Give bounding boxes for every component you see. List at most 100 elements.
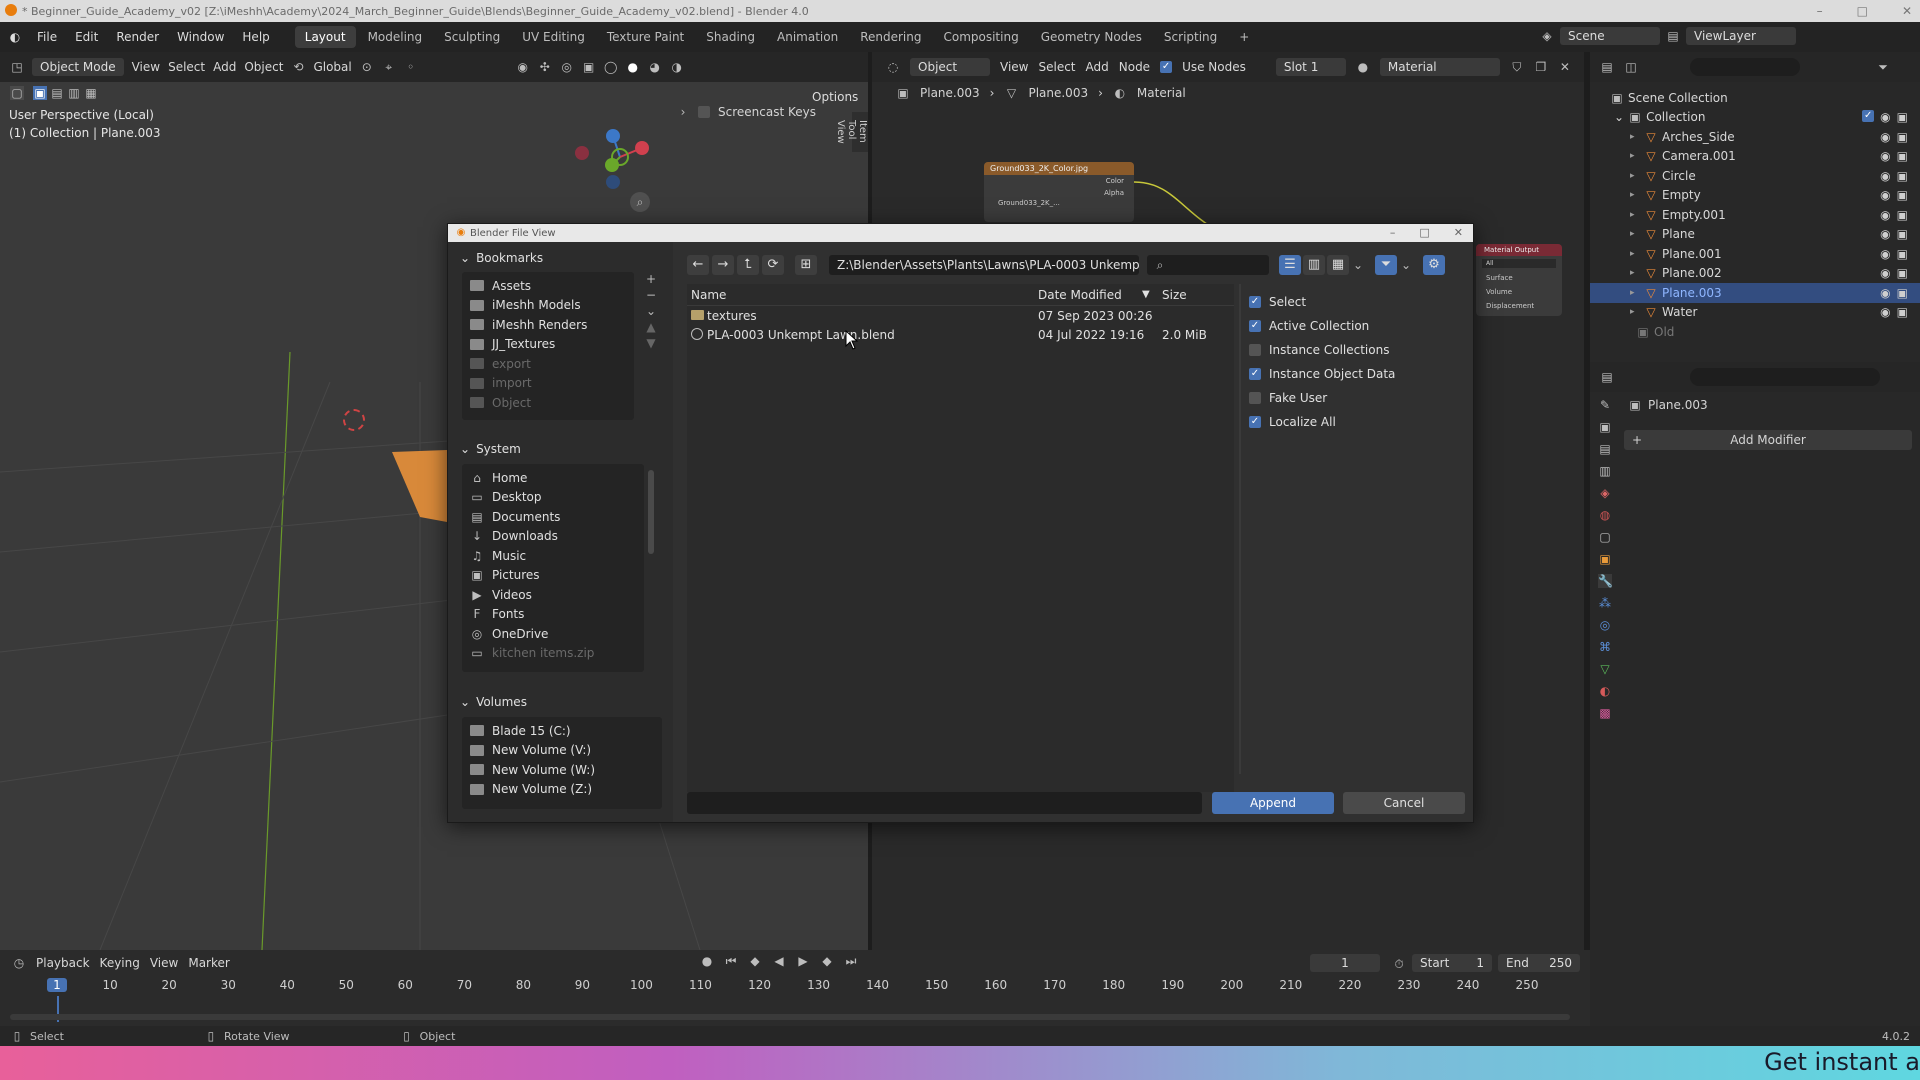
volume-item[interactable]: New Volume (W:)	[462, 760, 662, 780]
eye-icon[interactable]: ◉	[1880, 266, 1890, 280]
tab-compositing[interactable]: Compositing	[933, 26, 1028, 48]
thumbnails-icon[interactable]: ▦	[1327, 255, 1349, 275]
file-browser-dialog[interactable]: ◉ Blender File View – □ ✕ ⌄ Bookmarks As…	[447, 223, 1474, 823]
file-search-input[interactable]: ⌕	[1147, 255, 1269, 275]
menu-window[interactable]: Window	[168, 30, 233, 44]
append-option[interactable]: ✓ Localize All	[1249, 410, 1459, 434]
chevron-right-icon[interactable]: ›	[676, 105, 690, 119]
new-folder-icon[interactable]: ⊞	[795, 255, 817, 275]
system-location-item[interactable]: ▭ Desktop	[462, 488, 644, 508]
node-menu-add[interactable]: Add	[1086, 60, 1109, 74]
eye-icon[interactable]: ◉	[1880, 227, 1890, 241]
screencast-checkbox[interactable]	[698, 106, 710, 118]
system-location-item[interactable]: ♫ Music	[462, 546, 644, 566]
system-list[interactable]: ⌂ Home ▭ Desktop ▤ Documents ↓ Downloads ♫ Music ▣…	[462, 464, 644, 672]
chevron-down-icon[interactable]: ⌄	[1399, 258, 1413, 272]
3d-cursor[interactable]	[343, 409, 365, 431]
output-tab-icon[interactable]: ▤	[1598, 442, 1612, 456]
screencast-panel[interactable]: › Screencast Keys	[676, 102, 846, 122]
timeline-menu-marker[interactable]: Marker	[188, 956, 229, 970]
system-location-item[interactable]: ▤ Documents	[462, 507, 644, 527]
filter-icon[interactable]: ⏷	[1375, 255, 1397, 275]
settings-gear-icon[interactable]: ⚙	[1423, 255, 1445, 275]
chevron-right-icon[interactable]: ▸	[1630, 307, 1640, 317]
sidebar-tab-item[interactable]: Item	[857, 112, 868, 152]
tab-rendering[interactable]: Rendering	[850, 26, 931, 48]
menu-file[interactable]: File	[28, 30, 66, 44]
column-name[interactable]: Name	[691, 288, 726, 302]
chevron-down-icon[interactable]: ⌄	[1351, 258, 1365, 272]
menu-help[interactable]: Help	[233, 30, 278, 44]
output-target-dropdown[interactable]: All	[1482, 259, 1556, 268]
bookmarks-list[interactable]: Assets iMeshh Models iMeshh Renders JJ_Text…	[462, 272, 634, 420]
eye-icon[interactable]: ◉	[1880, 305, 1890, 319]
object-tab-icon[interactable]: ▣	[1598, 552, 1612, 566]
camera-render-icon[interactable]: ▣	[1897, 227, 1908, 241]
dialog-minimize-icon[interactable]: –	[1390, 226, 1396, 239]
chevron-right-icon[interactable]: ▸	[1630, 171, 1640, 181]
system-location-item[interactable]: ▶ Videos	[462, 585, 644, 605]
shader-type-dropdown[interactable]: Object	[910, 58, 990, 76]
bookmark-item[interactable]: Assets	[462, 276, 634, 296]
system-scrollbar[interactable]	[648, 470, 654, 554]
outliner-item[interactable]: ▸ ▽ Plane.001 ◉ ▣	[1590, 244, 1920, 264]
move-down-icon[interactable]: ▼	[644, 336, 658, 350]
chevron-right-icon[interactable]: ▸	[1630, 210, 1640, 220]
outliner-item[interactable]: ▸ ▽ Arches_Side ◉ ▣	[1590, 127, 1920, 147]
outliner-search-input[interactable]	[1690, 58, 1800, 76]
vertical-list-icon[interactable]: ☰	[1279, 255, 1301, 275]
modifier-tab-icon[interactable]: 🔧	[1598, 574, 1613, 588]
duplicate-material-icon[interactable]: ❐	[1534, 60, 1548, 74]
timeline-menu-view[interactable]: View	[150, 956, 178, 970]
system-location-item[interactable]: ▣ Pictures	[462, 566, 644, 586]
eye-icon[interactable]: ◉	[1880, 169, 1890, 183]
add-bookmark-icon[interactable]: +	[644, 272, 658, 286]
slot-dropdown[interactable]: Slot 1	[1275, 58, 1346, 76]
unlink-material-icon[interactable]: ✕	[1558, 60, 1572, 74]
zoom-icon[interactable]: ⌕	[630, 192, 650, 212]
chevron-down-icon[interactable]: ⌄	[1614, 110, 1624, 124]
add-modifier-button[interactable]: + Add Modifier	[1624, 430, 1912, 450]
bookmark-menu-icon[interactable]: ⌄	[644, 304, 658, 318]
menu-edit[interactable]: Edit	[66, 30, 107, 44]
maximize-icon[interactable]: □	[1857, 0, 1868, 22]
material-output-node[interactable]: Material Output All Surface Volume Displ…	[1476, 244, 1562, 316]
move-up-icon[interactable]: ▲	[644, 320, 658, 334]
bookmark-item[interactable]: export	[462, 354, 634, 374]
blender-menu-icon[interactable]: ◐	[8, 30, 22, 44]
volume-item[interactable]: Blade 15 (C:)	[462, 721, 662, 741]
timeline-menu-playback[interactable]: Playback	[36, 956, 90, 970]
outliner[interactable]: ▤ ◫ ⏷ ▣ Scene Collection ⌄ ▣ Collection …	[1590, 52, 1920, 362]
node-editor-type-icon[interactable]: ◌	[886, 60, 900, 74]
close-icon[interactable]: ✕	[1902, 0, 1912, 22]
tab-animation[interactable]: Animation	[767, 26, 848, 48]
camera-render-icon[interactable]: ▣	[1897, 130, 1908, 144]
append-option[interactable]: ✓ Fake User	[1249, 386, 1459, 410]
tab-layout[interactable]: Layout	[294, 26, 356, 48]
view-layer-tab-icon[interactable]: ▥	[1598, 464, 1612, 478]
append-button[interactable]: Append	[1212, 792, 1334, 814]
camera-render-icon[interactable]: ▣	[1897, 286, 1908, 300]
outliner-collection[interactable]: ⌄ ▣ Collection ✓ ◉ ▣	[1590, 108, 1920, 128]
display-mode-icon[interactable]: ◫	[1624, 60, 1638, 74]
timeline-editor-icon[interactable]: ◷	[12, 956, 26, 970]
camera-render-icon[interactable]: ▣	[1897, 305, 1908, 319]
outliner-editor-icon[interactable]: ▤	[1600, 60, 1614, 74]
material-name-field[interactable]: Material	[1379, 58, 1500, 76]
dialog-close-icon[interactable]: ✕	[1454, 226, 1463, 239]
bookmark-item[interactable]: JJ_Textures	[462, 335, 634, 355]
add-workspace-icon[interactable]: +	[1229, 26, 1259, 48]
scene-selector[interactable]: Scene	[1560, 27, 1660, 45]
tab-sculpting[interactable]: Sculpting	[434, 26, 510, 48]
cancel-button[interactable]: Cancel	[1343, 792, 1465, 814]
play-icon[interactable]: ▶	[796, 954, 810, 968]
sidebar-tab-tool[interactable]: Tool	[846, 112, 857, 152]
minimize-icon[interactable]: –	[1817, 0, 1823, 22]
system-header[interactable]: ⌄ System	[460, 439, 521, 459]
camera-render-icon[interactable]: ▣	[1897, 188, 1908, 202]
start-frame-field[interactable]: Start 1	[1412, 954, 1492, 972]
current-frame-field[interactable]: 1	[1310, 954, 1380, 972]
eye-icon[interactable]: ◉	[1880, 188, 1890, 202]
file-list[interactable]: Name Date Modified ▼ Size textures 07 Sep…	[687, 284, 1234, 792]
outliner-item[interactable]: ▸ ▽ Camera.001 ◉ ▣	[1590, 147, 1920, 167]
